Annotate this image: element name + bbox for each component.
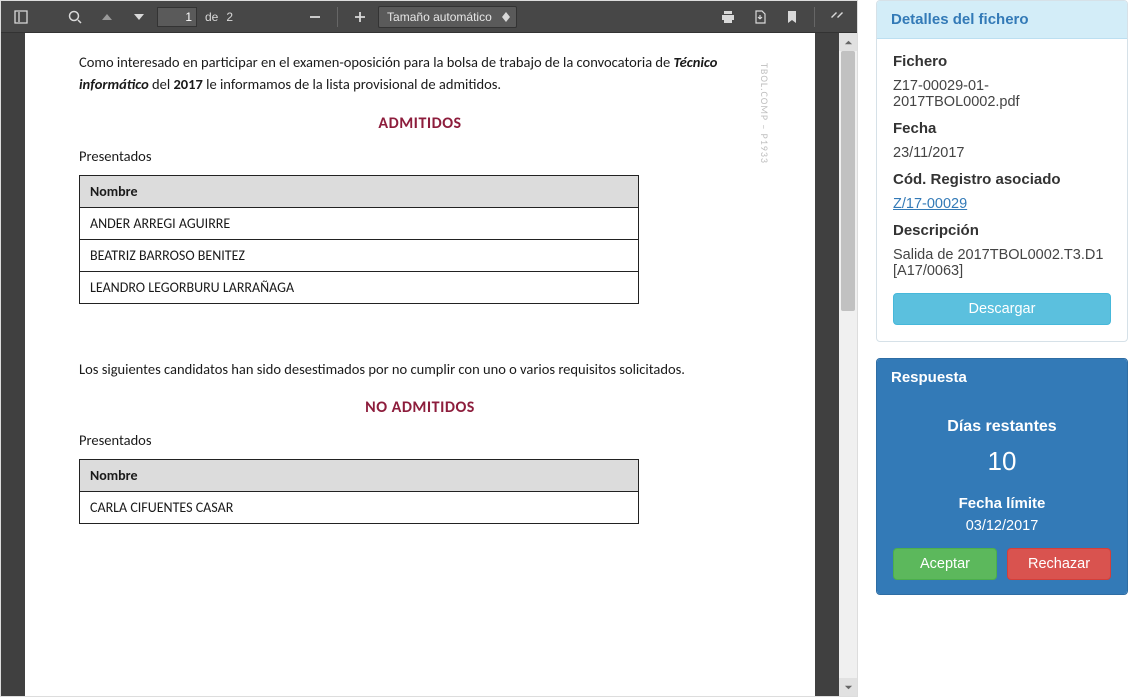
print-icon[interactable]: [714, 3, 742, 31]
fichero-value: Z17-00029-01-2017TBOL0002.pdf: [893, 78, 1111, 110]
search-icon[interactable]: [61, 3, 89, 31]
panel-response-title: Respuesta: [877, 359, 1127, 396]
table-row: ANDER ARREGI AGUIRRE: [80, 207, 639, 239]
reject-button[interactable]: Rechazar: [1007, 548, 1111, 580]
cod-link[interactable]: Z/17-00029: [893, 196, 967, 212]
zoom-select[interactable]: Tamaño automático: [378, 6, 517, 28]
zoom-out-icon[interactable]: [301, 3, 329, 31]
col-nombre: Nombre: [80, 460, 639, 492]
table-row: BEATRIZ BARROSO BENITEZ: [80, 239, 639, 271]
fecha-label: Fecha: [893, 120, 1111, 137]
zoom-select-label: Tamaño automático: [387, 10, 492, 24]
tools-icon[interactable]: [823, 3, 851, 31]
limit-value: 03/12/2017: [893, 518, 1111, 534]
scroll-thumb[interactable]: [841, 51, 855, 311]
sidebar-toggle-icon[interactable]: [7, 3, 35, 31]
table-admitidos: Nombre ANDER ARREGI AGUIRRE BEATRIZ BARR…: [79, 175, 639, 304]
scroll-up-icon[interactable]: [839, 33, 857, 51]
col-nombre: Nombre: [80, 175, 639, 207]
download-button[interactable]: Descargar: [893, 293, 1111, 325]
table-noadmitidos: Nombre CARLA CIFUENTES CASAR: [79, 459, 639, 524]
page-total: 2: [226, 10, 233, 24]
watermark: TBOL.COMP – P1933: [758, 63, 771, 164]
doc-intro: Como interesado en participar en el exam…: [79, 51, 761, 96]
next-page-icon[interactable]: [125, 3, 153, 31]
panel-details-title: Detalles del fichero: [877, 1, 1127, 39]
scroll-track[interactable]: [839, 51, 857, 678]
zoom-in-icon[interactable]: [346, 3, 374, 31]
label-presentados-2: Presentados: [79, 431, 761, 449]
page-number-input[interactable]: [157, 7, 197, 27]
pdf-body: TBOL.COMP – P1933 Como interesado en par…: [1, 33, 857, 696]
zoom-select-arrows: [502, 12, 510, 22]
days-value: 10: [893, 446, 1111, 477]
days-label: Días restantes: [893, 418, 1111, 436]
page-separator: de: [205, 10, 218, 24]
desc-value: Salida de 2017TBOL0002.T3.D1 [A17/0063]: [893, 247, 1111, 279]
right-pane: Detalles del fichero Fichero Z17-00029-0…: [876, 0, 1128, 699]
cod-label: Cód. Registro asociado: [893, 171, 1111, 188]
bookmark-icon[interactable]: [778, 3, 806, 31]
scroll-down-icon[interactable]: [839, 678, 857, 696]
doc-mid-text: Los siguientes candidatos han sido deses…: [79, 358, 761, 380]
panel-details: Detalles del fichero Fichero Z17-00029-0…: [876, 0, 1128, 342]
fecha-value: 23/11/2017: [893, 145, 1111, 161]
prev-page-icon[interactable]: [93, 3, 121, 31]
label-presentados-1: Presentados: [79, 147, 761, 165]
pdf-viewer: de 2 Tamaño automático TBOL.COMP – P1933…: [0, 0, 858, 697]
table-row: CARLA CIFUENTES CASAR: [80, 492, 639, 524]
download-icon[interactable]: [746, 3, 774, 31]
fichero-label: Fichero: [893, 53, 1111, 70]
scrollbar[interactable]: [839, 33, 857, 696]
desc-label: Descripción: [893, 222, 1111, 239]
heading-noadmitidos: NO ADMITIDOS: [79, 398, 761, 417]
heading-admitidos: ADMITIDOS: [79, 114, 761, 133]
table-row: LEANDRO LEGORBURU LARRAÑAGA: [80, 271, 639, 303]
accept-button[interactable]: Aceptar: [893, 548, 997, 580]
limit-label: Fecha límite: [893, 495, 1111, 512]
pdf-toolbar: de 2 Tamaño automático: [1, 1, 857, 33]
panel-response: Respuesta Días restantes 10 Fecha límite…: [876, 358, 1128, 595]
pdf-page: TBOL.COMP – P1933 Como interesado en par…: [25, 33, 815, 696]
